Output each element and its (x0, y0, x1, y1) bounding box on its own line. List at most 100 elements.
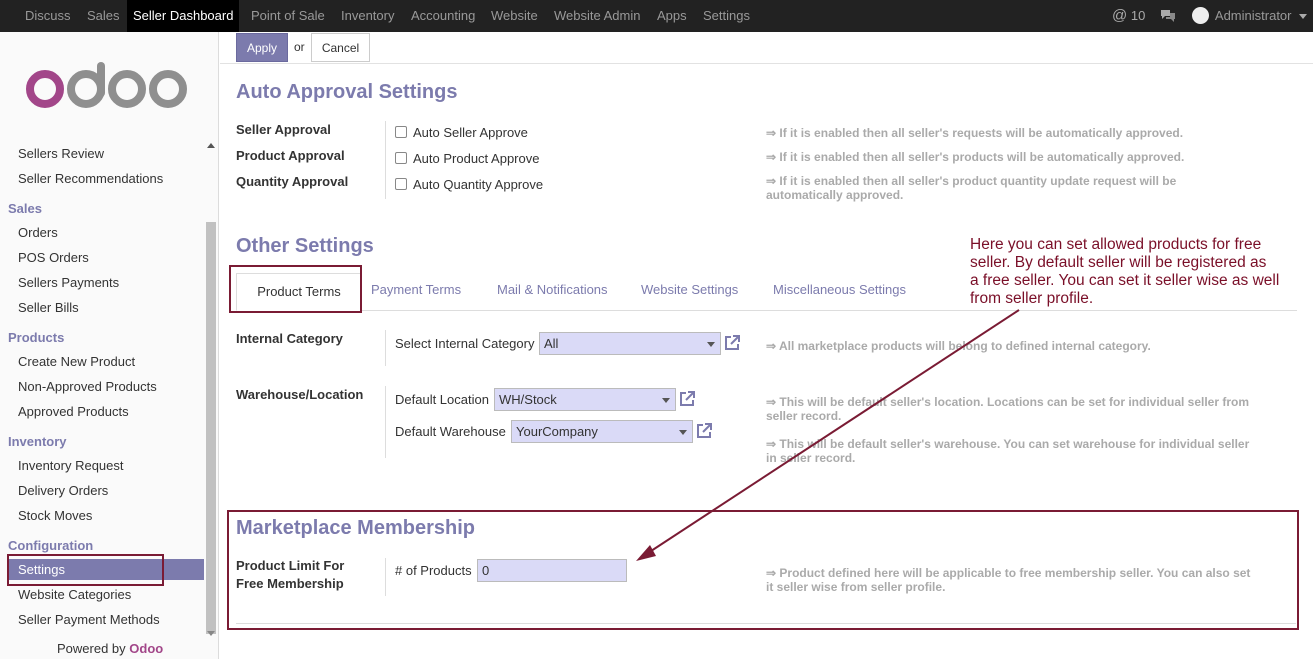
caret-down-icon (1299, 14, 1308, 20)
chat-bubble-icon (1161, 10, 1175, 22)
seller-approval-help: ⇒ If it is enabled then all seller's req… (766, 126, 1184, 140)
mentions-count: 10 (1130, 8, 1146, 23)
warehouse-location-label: Warehouse/Location (236, 387, 364, 402)
default-location-select[interactable]: WH/Stock (494, 388, 676, 411)
default-warehouse-help-1: ⇒ This will be default seller's warehous… (766, 437, 1250, 451)
annotation-callout: Here you can set allowed products for fr… (970, 236, 1279, 308)
sidebar-item-stock-moves[interactable]: Stock Moves (18, 505, 92, 527)
sidebar-scrollbar[interactable] (206, 222, 216, 634)
sidebar-heading-sales[interactable]: Sales (8, 201, 42, 216)
sidebar-item-seller-bills[interactable]: Seller Bills (18, 297, 79, 319)
odoo-logo (26, 62, 187, 108)
sidebar-heading-configuration[interactable]: Configuration (8, 538, 93, 553)
sidebar-item-sellers-payments[interactable]: Sellers Payments (18, 272, 119, 294)
marketplace-membership-title: Marketplace Membership (236, 517, 475, 539)
internal-category-select[interactable]: All (539, 332, 721, 355)
scroll-up-icon[interactable] (207, 143, 215, 148)
default-location-help-1: ⇒ This will be default seller's location… (766, 395, 1250, 409)
sidebar-item-create-new-product[interactable]: Create New Product (18, 351, 135, 373)
membership-help-1: ⇒ Product defined here will be applicabl… (766, 566, 1251, 580)
product-approval-help: ⇒ If it is enabled then all seller's pro… (766, 150, 1185, 164)
nav-seller-dashboard[interactable]: Seller Dashboard (127, 0, 240, 32)
sidebar-item-seller-recommendations[interactable]: Seller Recommendations (18, 168, 163, 190)
settings-highlight-box (7, 554, 164, 586)
product-limit-label-2: Free Membership (236, 576, 344, 591)
nav-inventory[interactable]: Inventory (341, 0, 394, 32)
nav-website[interactable]: Website (491, 0, 538, 32)
num-products-input[interactable] (477, 559, 627, 582)
internal-category-separator (385, 330, 386, 366)
default-location-label: Default Location (395, 392, 489, 407)
sidebar-heading-inventory[interactable]: Inventory (8, 434, 67, 449)
chevron-down-icon (679, 430, 687, 435)
nav-website-admin[interactable]: Website Admin (554, 0, 640, 32)
sidebar-item-pos-orders[interactable]: POS Orders (18, 247, 89, 269)
chevron-down-icon (662, 398, 670, 403)
sidebar-heading-products[interactable]: Products (8, 330, 64, 345)
membership-bottom-line (236, 623, 1296, 624)
internal-category-value: All (544, 336, 559, 351)
settings-form: Auto Approval Settings Seller Approval P… (220, 65, 1313, 659)
sidebar-item-non-approved-products[interactable]: Non-Approved Products (18, 376, 157, 398)
tab-miscellaneous-settings[interactable]: Miscellaneous Settings (773, 282, 906, 297)
avatar (1192, 6, 1209, 24)
external-link-icon[interactable] (723, 334, 741, 352)
membership-help-2: it seller wise from seller profile. (766, 580, 946, 594)
sidebar-item-seller-payment-methods[interactable]: Seller Payment Methods (18, 609, 160, 631)
default-warehouse-value: YourCompany (516, 424, 598, 439)
sidebar-item-orders[interactable]: Orders (18, 222, 58, 244)
tabs-baseline (362, 310, 1297, 311)
user-menu[interactable]: Administrator (1192, 0, 1308, 32)
select-internal-category-label: Select Internal Category (395, 336, 535, 351)
auto-approval-separator (385, 121, 386, 199)
default-warehouse-select[interactable]: YourCompany (511, 420, 693, 443)
sidebar-item-inventory-request[interactable]: Inventory Request (18, 455, 124, 477)
sidebar-item-approved-products[interactable]: Approved Products (18, 401, 129, 423)
auto-quantity-approve-checkbox[interactable] (395, 178, 407, 190)
cancel-button[interactable]: Cancel (311, 33, 370, 62)
auto-quantity-approve-label[interactable]: Auto Quantity Approve (413, 177, 543, 192)
user-name: Administrator (1214, 8, 1292, 23)
sidebar-item-delivery-orders[interactable]: Delivery Orders (18, 480, 108, 502)
top-navbar: Discuss Sales Seller Dashboard Point of … (0, 0, 1313, 32)
other-settings-title: Other Settings (236, 235, 374, 257)
sidebar: odoo Sellers Review Seller Recommendatio… (0, 32, 219, 659)
sidebar-item-website-categories[interactable]: Website Categories (18, 584, 131, 606)
powered-by: Powered by Odoo (57, 641, 163, 656)
auto-product-approve-label[interactable]: Auto Product Approve (413, 151, 539, 166)
auto-seller-approve-label[interactable]: Auto Seller Approve (413, 125, 528, 140)
nav-discuss[interactable]: Discuss (25, 0, 71, 32)
default-warehouse-help-2: in seller record. (766, 451, 856, 465)
quantity-approval-help-2: automatically approved. (766, 188, 904, 202)
auto-seller-approve-checkbox[interactable] (395, 126, 407, 138)
external-link-icon[interactable] (695, 422, 713, 440)
tab-payment-terms[interactable]: Payment Terms (371, 282, 461, 297)
tab-mail-notifications[interactable]: Mail & Notifications (497, 282, 608, 297)
apply-button[interactable]: Apply (236, 33, 288, 62)
powered-by-brand[interactable]: Odoo (129, 641, 163, 656)
auto-approval-title: Auto Approval Settings (236, 81, 458, 103)
nav-settings[interactable]: Settings (703, 0, 750, 32)
at-icon: @ (1112, 7, 1128, 24)
quantity-approval-help-1: ⇒ If it is enabled then all seller's pro… (766, 174, 1177, 188)
nav-sales[interactable]: Sales (87, 0, 120, 32)
external-link-icon[interactable] (678, 390, 696, 408)
tab-website-settings[interactable]: Website Settings (641, 282, 738, 297)
nav-apps[interactable]: Apps (657, 0, 687, 32)
annotation-line-3: a free seller. You can set it seller wis… (970, 272, 1280, 289)
nav-point-of-sale[interactable]: Point of Sale (251, 0, 325, 32)
sidebar-item-sellers-review[interactable]: Sellers Review (18, 143, 104, 165)
default-location-help-2: seller record. (766, 409, 842, 423)
nav-accounting[interactable]: Accounting (411, 0, 475, 32)
action-bar: Apply or Cancel (220, 32, 1313, 64)
auto-product-approve-checkbox[interactable] (395, 152, 407, 164)
default-location-value: WH/Stock (499, 392, 557, 407)
annotation-line-4: from seller profile. (970, 290, 1094, 307)
scroll-down-icon[interactable] (207, 631, 215, 636)
mentions-button[interactable]: @ 10 (1112, 0, 1145, 32)
product-limit-label-1: Product Limit For (236, 558, 345, 573)
annotation-line-2: seller. By default seller will be regist… (970, 254, 1267, 271)
chat-button[interactable] (1160, 0, 1176, 32)
quantity-approval-label: Quantity Approval (236, 174, 349, 189)
internal-category-label: Internal Category (236, 331, 343, 346)
